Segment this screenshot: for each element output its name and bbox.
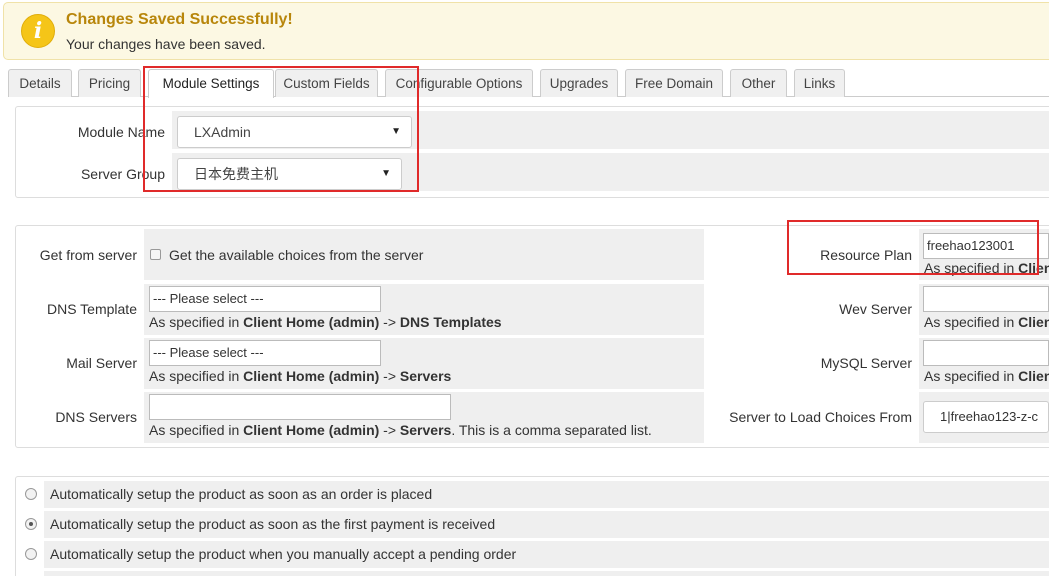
dns-template-label: DNS Template xyxy=(46,301,137,317)
info-icon: i xyxy=(21,14,55,48)
alert-message: Your changes have been saved. xyxy=(66,36,266,52)
mysql-server-help: As specified in Clien xyxy=(924,368,1049,384)
wev-server-help: As specified in Clien xyxy=(924,314,1049,330)
mysql-server-input[interactable] xyxy=(923,340,1049,366)
wev-server-input[interactable] xyxy=(923,286,1049,312)
server-to-load-select[interactable]: 1|freehao123-z-c xyxy=(923,401,1049,433)
tab-upgrades[interactable]: Upgrades xyxy=(540,69,618,97)
module-name-label: Module Name xyxy=(77,124,165,140)
mail-server-help: As specified in Client Home (admin) -> S… xyxy=(149,368,452,384)
alert-title: Changes Saved Successfully! xyxy=(66,11,293,28)
server-group-select[interactable]: 日本免费主机 ▼ xyxy=(177,158,402,190)
wev-server-label: Wev Server xyxy=(839,301,912,317)
setup-on-payment-label: Automatically setup the product as soon … xyxy=(50,516,496,532)
dns-template-help: As specified in Client Home (admin) -> D… xyxy=(149,314,502,330)
tab-details[interactable]: Details xyxy=(8,69,72,97)
resource-plan-input[interactable]: freehao123001 xyxy=(923,233,1049,259)
tab-custom-fields[interactable]: Custom Fields xyxy=(275,69,378,97)
chevron-down-icon: ▼ xyxy=(391,126,401,137)
resource-plan-help: As specified in Clien xyxy=(924,260,1049,276)
setup-manual-radio[interactable] xyxy=(25,548,37,560)
server-to-load-label: Server to Load Choices From xyxy=(729,409,912,425)
tab-configurable-options[interactable]: Configurable Options xyxy=(385,69,533,97)
success-alert: i Changes Saved Successfully! Your chang… xyxy=(3,2,1049,60)
setup-manual-label: Automatically setup the product when you… xyxy=(50,546,517,562)
resource-plan-label: Resource Plan xyxy=(820,247,912,263)
module-name-value: LXAdmin xyxy=(194,124,251,140)
dns-template-select[interactable]: --- Please select --- xyxy=(149,286,381,312)
server-group-label: Server Group xyxy=(80,166,165,182)
setup-option-cell xyxy=(44,571,1049,576)
setup-on-payment-radio[interactable] xyxy=(25,518,37,530)
module-name-select[interactable]: LXAdmin ▼ xyxy=(177,116,412,148)
tab-other[interactable]: Other xyxy=(730,69,787,97)
mail-server-label: Mail Server xyxy=(66,355,137,371)
get-from-server-text: Get the available choices from the serve… xyxy=(169,247,424,263)
setup-on-order-label: Automatically setup the product as soon … xyxy=(50,486,433,502)
get-from-server-checkbox[interactable] xyxy=(150,249,161,260)
tab-links[interactable]: Links xyxy=(794,69,845,97)
setup-on-order-radio[interactable] xyxy=(25,488,37,500)
get-from-server-label: Get from server xyxy=(39,247,137,263)
mysql-server-label: MySQL Server xyxy=(820,355,912,371)
server-group-value: 日本免费主机 xyxy=(194,166,278,182)
chevron-down-icon: ▼ xyxy=(381,168,391,179)
tab-pricing[interactable]: Pricing xyxy=(78,69,141,97)
dns-servers-input[interactable] xyxy=(149,394,451,420)
dns-servers-help: As specified in Client Home (admin) -> S… xyxy=(149,422,652,438)
dns-servers-label: DNS Servers xyxy=(55,409,137,425)
tab-module-settings[interactable]: Module Settings xyxy=(148,69,274,98)
mail-server-select[interactable]: --- Please select --- xyxy=(149,340,381,366)
tab-free-domain[interactable]: Free Domain xyxy=(625,69,723,97)
